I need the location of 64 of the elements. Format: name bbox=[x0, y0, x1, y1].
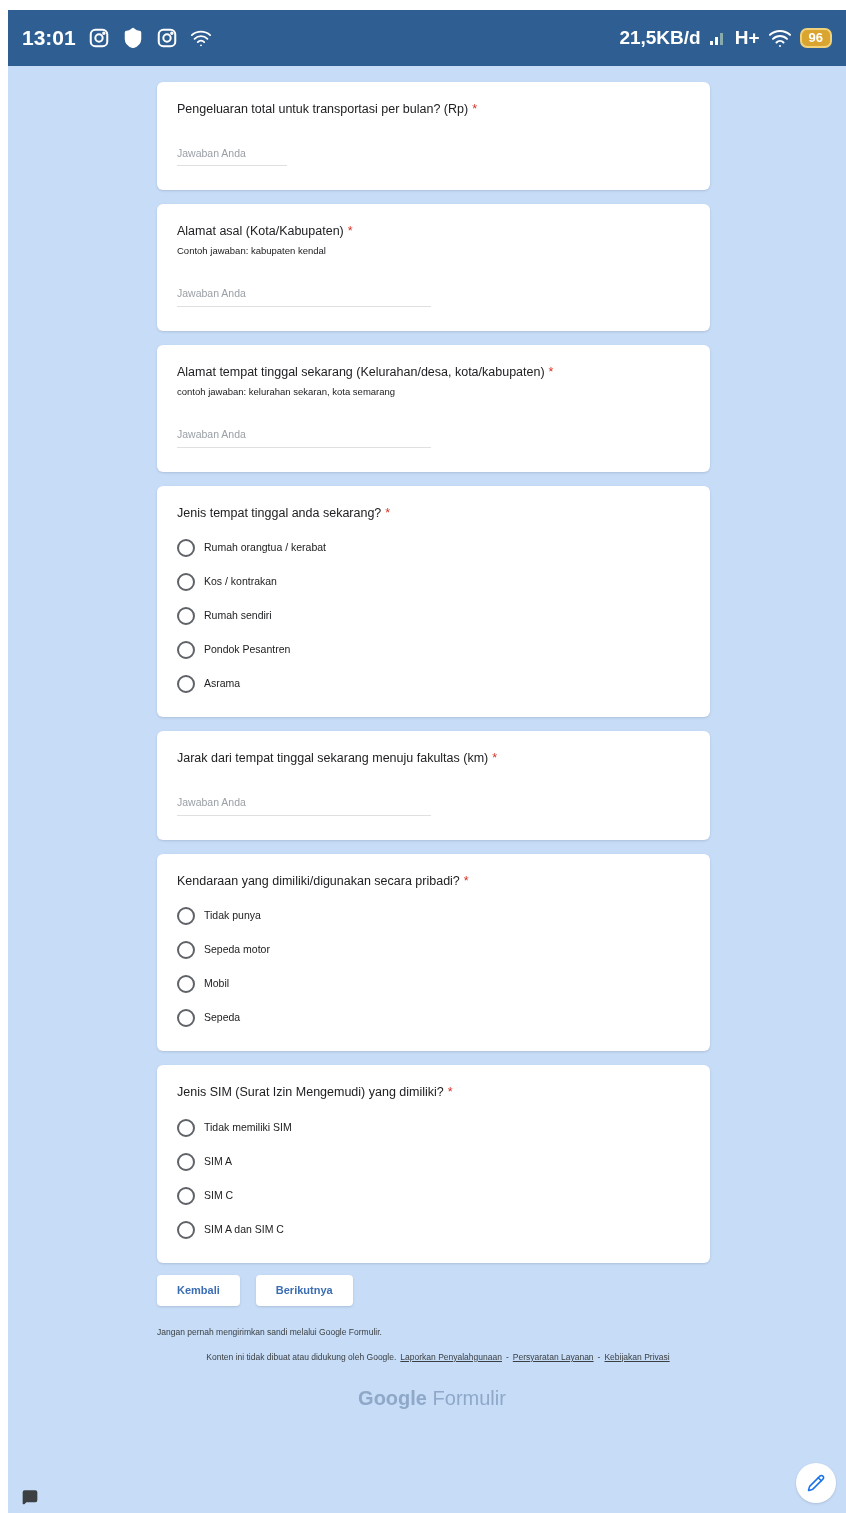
status-time: 13:01 bbox=[22, 25, 76, 52]
required-mark: * bbox=[347, 224, 353, 239]
network-type: H+ bbox=[734, 25, 760, 50]
question-title: Pengeluaran total untuk transportasi per bulan? (Rp) bbox=[177, 102, 469, 116]
footer-link[interactable]: Laporkan Penyalahgunaan bbox=[400, 1350, 502, 1364]
required-mark: * bbox=[492, 751, 498, 766]
battery-level: 96 bbox=[799, 28, 832, 48]
radio-button[interactable] bbox=[177, 607, 195, 626]
option-label: Pondok Pesantren bbox=[204, 642, 291, 658]
radio-button[interactable] bbox=[177, 1152, 195, 1171]
option-label: SIM A bbox=[204, 1154, 232, 1169]
radio-button[interactable] bbox=[177, 539, 195, 558]
footer-link[interactable]: Kebijakan Privasi bbox=[604, 1350, 670, 1364]
answer-field[interactable]: Jawaban Anda bbox=[177, 426, 431, 448]
question-description: Contoh jawaban: kabupaten kendal bbox=[177, 244, 327, 258]
option-label: Rumah orangtua / kerabat bbox=[204, 540, 326, 556]
camera-icon bbox=[87, 27, 110, 49]
answer-field[interactable]: Jawaban Anda bbox=[177, 794, 431, 816]
radio-button[interactable] bbox=[177, 907, 195, 926]
nav-button[interactable]: Kembali bbox=[157, 1274, 240, 1306]
required-mark: * bbox=[385, 505, 391, 520]
radio-button[interactable] bbox=[177, 941, 195, 960]
option-label: Sepeda motor bbox=[204, 942, 270, 958]
link-separator: - bbox=[597, 1350, 601, 1364]
required-mark: * bbox=[447, 1085, 453, 1100]
content-notice: Konten ini tidak dibuat atau didukung oleh Google. bbox=[206, 1350, 397, 1364]
question-title: Alamat asal (Kota/Kabupaten) bbox=[177, 224, 344, 239]
footer-link[interactable]: Persyaratan Layanan bbox=[512, 1350, 594, 1364]
option-label: SIM C bbox=[204, 1188, 234, 1203]
feedback-icon[interactable] bbox=[22, 1489, 38, 1505]
option-label: Rumah sendiri bbox=[204, 608, 272, 624]
question-title: Jenis SIM (Surat Izin Mengemudi) yang dimiliki? bbox=[177, 1085, 444, 1100]
option-label: SIM A dan SIM C bbox=[204, 1222, 284, 1237]
radio-button[interactable] bbox=[177, 1220, 195, 1239]
required-mark: * bbox=[472, 102, 478, 116]
radio-button[interactable] bbox=[177, 975, 195, 994]
option-label: Mobil bbox=[204, 976, 230, 992]
network-speed: 21,5KB/d bbox=[619, 25, 701, 50]
required-mark: * bbox=[548, 365, 554, 379]
radio-button[interactable] bbox=[177, 675, 195, 694]
camera-icon bbox=[155, 27, 178, 49]
answer-field[interactable]: Jawaban Anda bbox=[177, 145, 287, 167]
option-label: Sepeda bbox=[204, 1010, 241, 1026]
question-title: Jenis tempat tinggal anda sekarang? bbox=[177, 505, 382, 520]
nav-button[interactable]: Berikutnya bbox=[255, 1274, 353, 1306]
question-title: Jarak dari tempat tinggal sekarang menuju fakultas (km) bbox=[177, 751, 489, 766]
option-label: Kos / kontrakan bbox=[204, 574, 277, 590]
option-label: Tidak punya bbox=[204, 908, 261, 924]
edit-button[interactable] bbox=[796, 1463, 836, 1503]
option-label: Asrama bbox=[204, 676, 241, 692]
radio-button[interactable] bbox=[177, 1118, 195, 1137]
radio-button[interactable] bbox=[177, 641, 195, 660]
radio-button[interactable] bbox=[177, 573, 195, 592]
password-warning: Jangan pernah mengirimkan sandi melalui Google Formulir. bbox=[157, 1325, 383, 1339]
answer-field[interactable]: Jawaban Anda bbox=[177, 286, 431, 307]
radio-button[interactable] bbox=[177, 1186, 195, 1205]
pencil-icon bbox=[807, 1474, 825, 1492]
question-description: contoh jawaban: kelurahan sekaran, kota semarang bbox=[177, 384, 397, 399]
radio-button[interactable] bbox=[177, 1009, 195, 1028]
question-title: Alamat tempat tinggal sekarang (Kelurahan/desa, kota/kabupaten) bbox=[177, 365, 545, 379]
option-label: Tidak memiliki SIM bbox=[204, 1120, 292, 1135]
link-separator: - bbox=[505, 1350, 509, 1364]
question-title: Kendaraan yang dimiliki/digunakan secara pribadi? bbox=[177, 873, 460, 888]
required-mark: * bbox=[463, 873, 469, 888]
